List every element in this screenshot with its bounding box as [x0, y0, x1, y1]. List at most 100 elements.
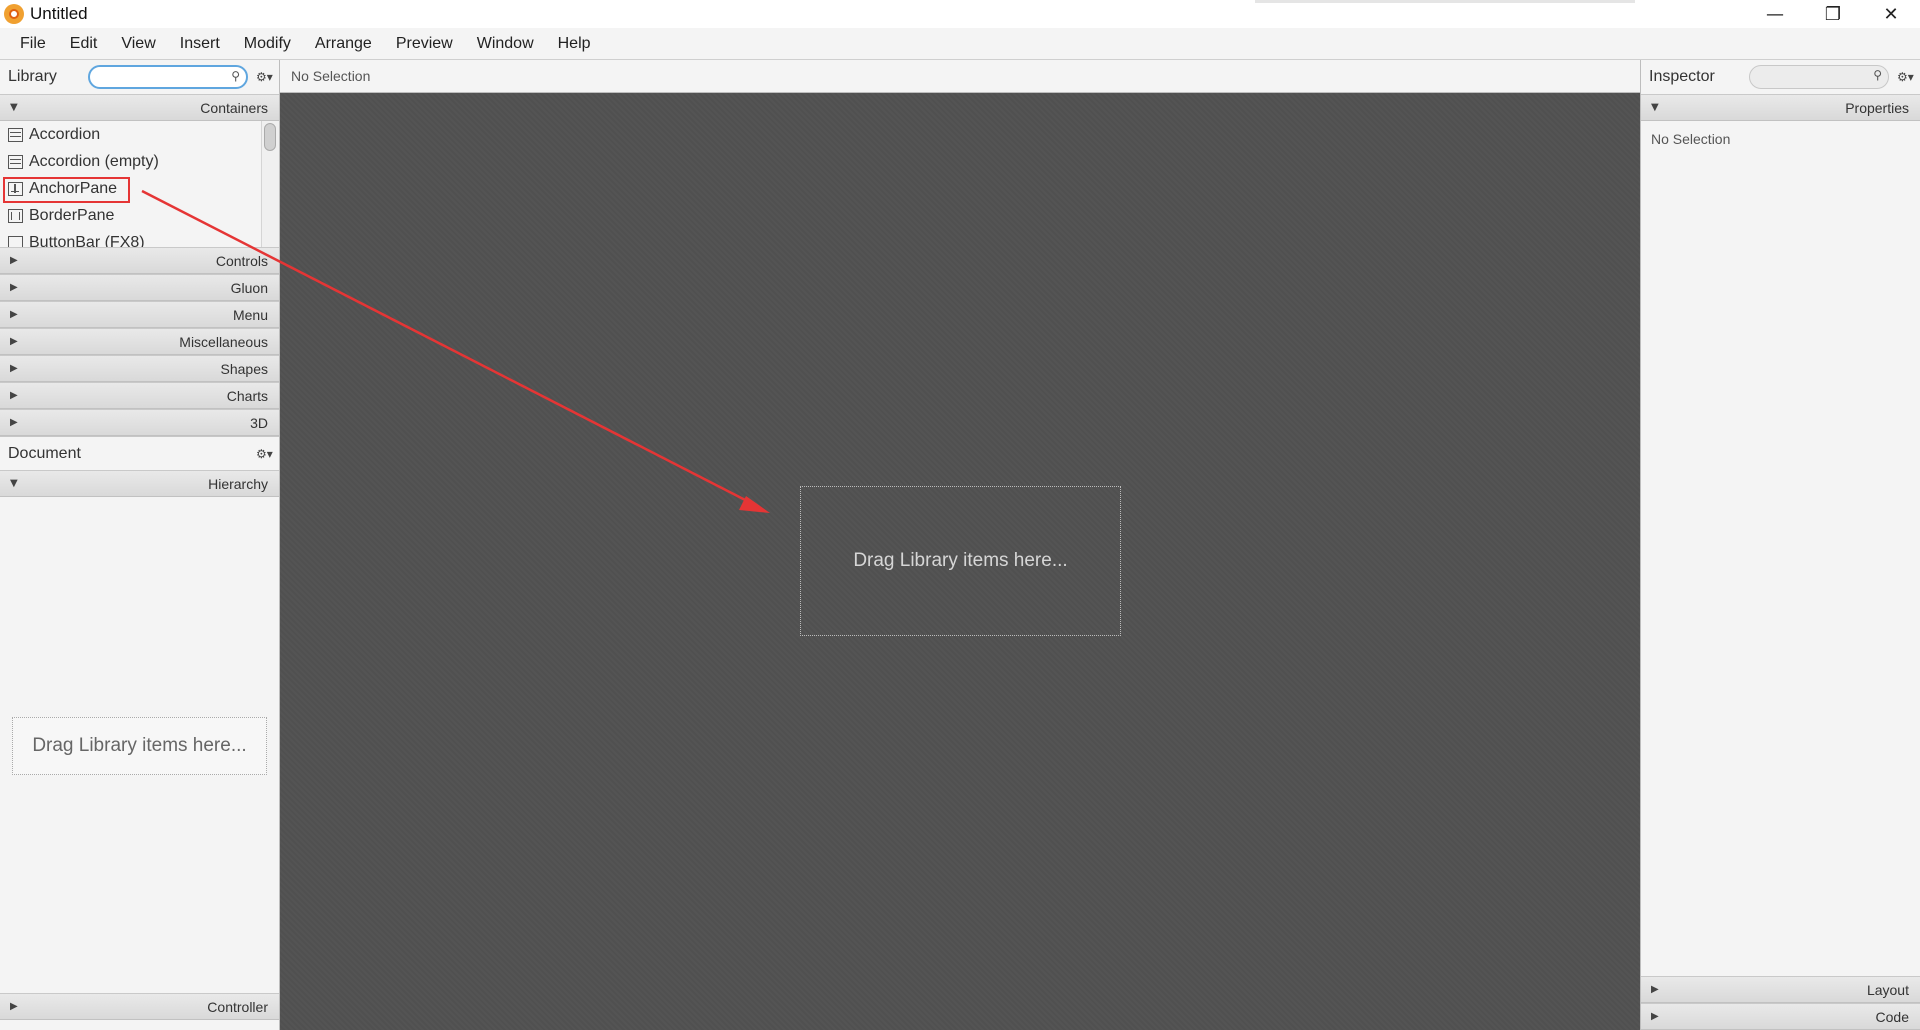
collapsed-arrow-icon: ▶	[1651, 1011, 1659, 1022]
collapsed-arrow-icon: ▶	[10, 417, 18, 428]
section-layout[interactable]: ▶ Layout	[1641, 976, 1920, 1003]
collapsed-arrow-icon: ▶	[10, 363, 18, 374]
section-containers-label: Containers	[200, 100, 268, 116]
inspector-settings-icon[interactable]: ⚙▾	[1897, 70, 1914, 84]
section-label: Miscellaneous	[179, 334, 268, 350]
collapsed-arrow-icon: ▶	[1651, 984, 1659, 995]
expanded-arrow-icon: ▼	[10, 478, 18, 489]
section-controller-label: Controller	[207, 999, 268, 1015]
section-containers[interactable]: ▼ Containers	[0, 94, 279, 121]
library-header: Library ⚲ ⚙▾	[0, 60, 279, 94]
library-title: Library	[8, 68, 57, 85]
expanded-arrow-icon: ▼	[1651, 102, 1659, 113]
close-button[interactable]: ✕	[1862, 0, 1920, 28]
list-item-accordion[interactable]: Accordion	[0, 121, 279, 148]
design-canvas[interactable]: Drag Library items here...	[280, 93, 1640, 1030]
section-hierarchy-label: Hierarchy	[208, 476, 268, 492]
list-item-borderpane[interactable]: BorderPane	[0, 202, 279, 229]
section-label: 3D	[250, 415, 268, 431]
inspector-no-selection: No Selection	[1651, 131, 1731, 147]
section-label: Shapes	[220, 361, 268, 377]
section-label: Controls	[215, 253, 268, 269]
section-label: Charts	[226, 388, 268, 404]
section-layout-label: Layout	[1866, 982, 1909, 998]
collapsed-arrow-icon: ▶	[10, 390, 18, 401]
left-panel: Library ⚲ ⚙▾ ▼ Containers Accordion Acco…	[0, 60, 280, 1030]
inspector-header: Inspector ⚲ ⚙▾	[1641, 60, 1920, 94]
section-gluon[interactable]: ▶ Gluon	[0, 274, 279, 301]
app-logo-icon	[4, 4, 24, 24]
collapsed-arrow-icon: ▶	[10, 255, 18, 266]
list-item-label: BorderPane	[29, 206, 115, 224]
selection-status: No Selection	[291, 68, 371, 84]
menu-edit[interactable]: Edit	[58, 35, 110, 53]
menu-view[interactable]: View	[109, 35, 167, 53]
borderpane-icon	[8, 208, 23, 223]
section-label: Gluon	[230, 280, 268, 296]
section-shapes[interactable]: ▶ Shapes	[0, 355, 279, 382]
menu-preview[interactable]: Preview	[384, 35, 465, 53]
section-menu[interactable]: ▶ Menu	[0, 301, 279, 328]
section-code-label: Code	[1875, 1009, 1909, 1025]
search-icon[interactable]: ⚲	[231, 69, 240, 83]
restore-button[interactable]: ❐	[1804, 0, 1862, 28]
section-properties[interactable]: ▼ Properties	[1641, 94, 1920, 121]
document-header: Document ⚙▾	[0, 436, 279, 470]
search-icon[interactable]: ⚲	[1873, 68, 1882, 82]
inspector-title: Inspector	[1649, 68, 1715, 85]
window-controls: — ❐ ✕	[1746, 0, 1920, 28]
list-item-label: ButtonBar (FX8)	[29, 233, 145, 248]
accordion-icon	[8, 154, 23, 169]
section-properties-label: Properties	[1845, 100, 1909, 116]
hierarchy-drop-hint[interactable]: Drag Library items here...	[12, 717, 267, 775]
hierarchy-area: Drag Library items here...	[0, 497, 279, 993]
menu-help[interactable]: Help	[546, 35, 603, 53]
library-search[interactable]: ⚲	[88, 65, 248, 89]
library-search-input[interactable]	[100, 68, 230, 86]
list-scrollbar[interactable]	[261, 121, 279, 247]
menu-bar: File Edit View Insert Modify Arrange Pre…	[0, 28, 1920, 60]
section-hierarchy[interactable]: ▼ Hierarchy	[0, 470, 279, 497]
menu-insert[interactable]: Insert	[168, 35, 232, 53]
right-panel: Inspector ⚲ ⚙▾ ▼ Properties No Selection…	[1640, 60, 1920, 1030]
containers-list: Accordion Accordion (empty) AnchorPane B…	[0, 121, 279, 247]
canvas-drop-hint[interactable]: Drag Library items here...	[800, 486, 1121, 636]
selection-bar: No Selection	[280, 60, 1640, 93]
minimize-button[interactable]: —	[1746, 0, 1804, 28]
section-miscellaneous[interactable]: ▶ Miscellaneous	[0, 328, 279, 355]
window-title: Untitled	[30, 4, 88, 23]
inspector-search[interactable]: ⚲	[1749, 65, 1889, 89]
collapsed-arrow-icon: ▶	[10, 282, 18, 293]
title-bar: Untitled — ❐ ✕	[0, 0, 1920, 28]
scrollbar-thumb[interactable]	[264, 123, 276, 151]
buttonbar-icon	[8, 235, 23, 247]
section-controls[interactable]: ▶ Controls	[0, 247, 279, 274]
accordion-icon	[8, 127, 23, 142]
list-item-anchorpane[interactable]: AnchorPane	[0, 175, 279, 203]
collapsed-arrow-icon: ▶	[10, 309, 18, 320]
library-settings-icon[interactable]: ⚙▾	[256, 70, 273, 84]
section-charts[interactable]: ▶ Charts	[0, 382, 279, 409]
inspector-search-input[interactable]	[1760, 68, 1870, 86]
menu-window[interactable]: Window	[465, 35, 546, 53]
section-controller[interactable]: ▶ Controller	[0, 993, 279, 1020]
section-code[interactable]: ▶ Code	[1641, 1003, 1920, 1030]
menu-arrange[interactable]: Arrange	[303, 35, 384, 53]
document-title: Document	[8, 444, 81, 462]
section-label: Menu	[232, 307, 268, 323]
menu-modify[interactable]: Modify	[232, 35, 303, 53]
center-area: No Selection Drag Library items here...	[280, 60, 1640, 1030]
collapsed-arrow-icon: ▶	[10, 336, 18, 347]
list-item-label: Accordion	[29, 125, 101, 143]
section-3d[interactable]: ▶ 3D	[0, 409, 279, 436]
collapsed-arrow-icon: ▶	[10, 1001, 18, 1012]
menu-file[interactable]: File	[8, 35, 58, 53]
title-bar-overlay	[1255, 0, 1635, 3]
list-item-buttonbar[interactable]: ButtonBar (FX8)	[0, 229, 279, 247]
expanded-arrow-icon: ▼	[10, 102, 18, 113]
inspector-bottom-sections: ▶ Layout ▶ Code	[1641, 976, 1920, 1030]
list-item-label: Accordion (empty)	[29, 152, 159, 170]
anchorpane-icon	[8, 181, 23, 196]
list-item-accordion-empty[interactable]: Accordion (empty)	[0, 148, 279, 175]
document-settings-icon[interactable]: ⚙▾	[256, 447, 273, 461]
